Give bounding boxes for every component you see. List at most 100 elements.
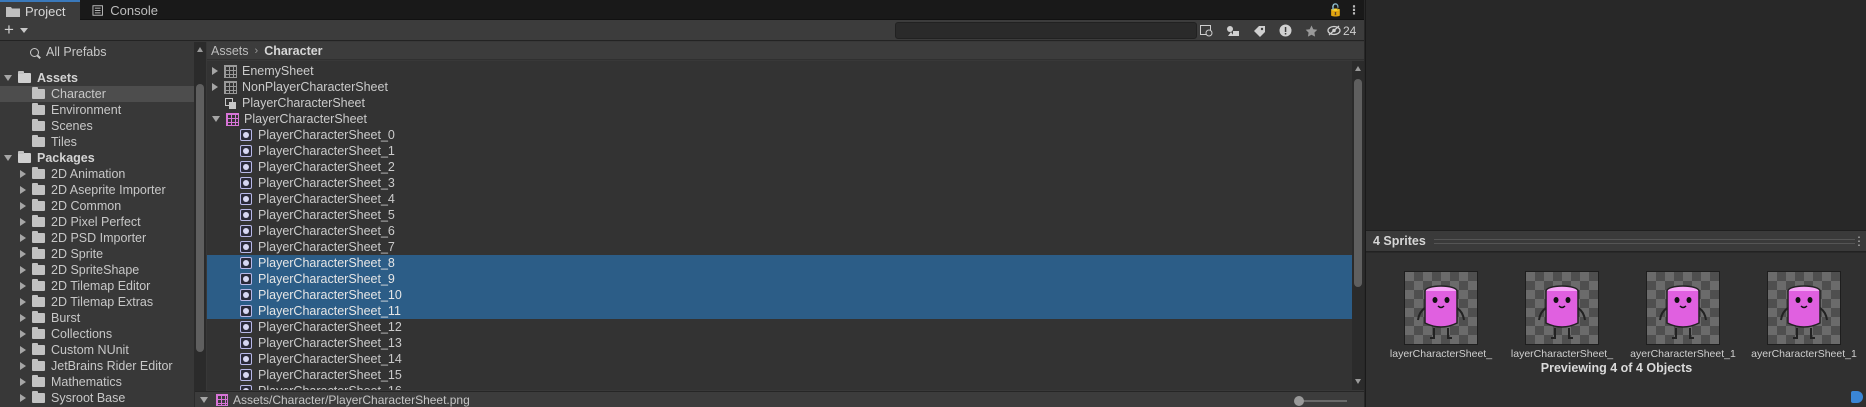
lock-icon[interactable]: 🔓 xyxy=(1328,3,1343,17)
filter-by-type-icon[interactable] xyxy=(1222,22,1244,39)
expand-arrow-icon[interactable] xyxy=(20,282,26,290)
tree-item-package[interactable]: Burst xyxy=(0,310,194,326)
sprite-list-item[interactable]: PlayerCharacterSheet_12 xyxy=(207,319,1352,335)
expand-arrow-icon[interactable] xyxy=(20,330,26,338)
sprite-thumbnail[interactable] xyxy=(1404,271,1478,345)
add-button[interactable]: + xyxy=(4,21,14,39)
sprite-thumbnail[interactable] xyxy=(1767,271,1841,345)
more-menu-icon[interactable]: ⋮ xyxy=(1853,234,1865,248)
zoom-slider-track[interactable] xyxy=(1297,400,1347,402)
folder-icon xyxy=(32,263,45,275)
resize-grip[interactable] xyxy=(1434,239,1855,244)
scroll-up-arrow-icon[interactable] xyxy=(197,47,203,52)
sprite-list-item[interactable]: PlayerCharacterSheet_9 xyxy=(207,271,1352,287)
sprite-list-item[interactable]: PlayerCharacterSheet_15 xyxy=(207,367,1352,383)
tree-item-package[interactable]: 2D Pixel Perfect xyxy=(0,214,194,230)
tree-item-package[interactable]: 2D Animation xyxy=(0,166,194,182)
sprite-list-item[interactable]: PlayerCharacterSheet_13 xyxy=(207,335,1352,351)
filter-by-label-icon[interactable] xyxy=(1248,22,1270,39)
expand-arrow-icon[interactable] xyxy=(4,155,12,161)
tree-item-package[interactable]: Sysroot Base xyxy=(0,390,194,406)
tree-item-assets[interactable]: Assets xyxy=(0,70,194,86)
sprite-list-item[interactable]: PlayerCharacterSheet_0 xyxy=(207,127,1352,143)
expand-arrow-icon[interactable] xyxy=(20,250,26,258)
tag-icon[interactable] xyxy=(1851,391,1863,403)
tree-item-package[interactable]: 2D Tilemap Extras xyxy=(0,294,194,310)
tree-item-scenes[interactable]: Scenes xyxy=(0,118,194,134)
tree-item-environment[interactable]: Environment xyxy=(0,102,194,118)
chevron-down-icon[interactable] xyxy=(200,396,208,403)
breadcrumb-assets[interactable]: Assets xyxy=(211,44,249,58)
sprite-list-item[interactable]: PlayerCharacterSheet_4 xyxy=(207,191,1352,207)
expand-arrow-icon[interactable] xyxy=(20,314,26,322)
tree-item-package[interactable]: 2D Common xyxy=(0,198,194,214)
more-menu-icon[interactable]: ⋮ xyxy=(1348,3,1360,17)
expand-arrow-icon[interactable] xyxy=(20,298,26,306)
tree-item-packages[interactable]: Packages xyxy=(0,150,194,166)
expand-arrow-icon[interactable] xyxy=(212,83,218,91)
tree-item-character[interactable]: Character xyxy=(0,86,194,102)
tree-item-package[interactable]: JetBrains Rider Editor xyxy=(0,358,194,374)
scrollbar-thumb[interactable] xyxy=(196,84,204,352)
tree-item-package[interactable]: 2D Aseprite Importer xyxy=(0,182,194,198)
favorites-star-icon[interactable] xyxy=(1300,22,1322,39)
scroll-up-arrow-icon[interactable] xyxy=(1355,66,1361,71)
hidden-packages-eye-icon[interactable] xyxy=(1327,25,1341,36)
search-input[interactable] xyxy=(895,22,1197,39)
expand-arrow-icon[interactable] xyxy=(20,394,26,402)
tree-item-package[interactable]: 2D PSD Importer xyxy=(0,230,194,246)
expand-arrow-icon[interactable] xyxy=(4,75,12,81)
sprite-list-item[interactable]: PlayerCharacterSheet_8 xyxy=(207,255,1352,271)
sprite-list-item[interactable]: PlayerCharacterSheet_14 xyxy=(207,351,1352,367)
tree-item-package[interactable]: 2D SpriteShape xyxy=(0,262,194,278)
tree-item-tiles[interactable]: Tiles xyxy=(0,134,194,150)
tree-scrollbar[interactable] xyxy=(194,42,206,407)
sprite-list-item[interactable]: PlayerCharacterSheet_2 xyxy=(207,159,1352,175)
sprite-thumbnail[interactable] xyxy=(1525,271,1599,345)
tree-item-all-prefabs[interactable]: All Prefabs xyxy=(0,44,194,60)
tree-item-package[interactable]: 2D Tilemap Editor xyxy=(0,278,194,294)
sprite-list-item[interactable]: PlayerCharacterSheet_16 xyxy=(207,383,1352,390)
asset-list-item[interactable]: NonPlayerCharacterSheet xyxy=(207,79,1352,95)
asset-list-scrollbar[interactable] xyxy=(1352,61,1364,390)
expand-arrow-icon[interactable] xyxy=(20,346,26,354)
tree-item-package[interactable]: 2D Sprite xyxy=(0,246,194,262)
expand-arrow-icon[interactable] xyxy=(20,202,26,210)
expand-arrow-icon[interactable] xyxy=(20,362,26,370)
sprite-list-item[interactable]: PlayerCharacterSheet_1 xyxy=(207,143,1352,159)
expand-arrow-icon[interactable] xyxy=(212,67,218,75)
expand-arrow-icon[interactable] xyxy=(20,186,26,194)
scroll-down-arrow-icon[interactable] xyxy=(1355,379,1361,384)
warning-icon[interactable] xyxy=(1274,22,1296,39)
expand-arrow-icon[interactable] xyxy=(20,218,26,226)
sprite-list-item[interactable]: PlayerCharacterSheet_6 xyxy=(207,223,1352,239)
tree-item-package[interactable]: Mathematics xyxy=(0,374,194,390)
asset-label: PlayerCharacterSheet_11 xyxy=(258,304,401,318)
expand-arrow-icon[interactable] xyxy=(20,234,26,242)
tree-item-package[interactable]: Collections xyxy=(0,326,194,342)
sprite-thumbnail[interactable] xyxy=(1646,271,1720,345)
asset-list-item[interactable]: PlayerCharacterSheet xyxy=(207,95,1352,111)
tree-item-package[interactable]: Custom NUnit xyxy=(0,342,194,358)
sprite-list-item[interactable]: PlayerCharacterSheet_7 xyxy=(207,239,1352,255)
sprite-list-item[interactable]: PlayerCharacterSheet_5 xyxy=(207,207,1352,223)
collapse-arrow-icon[interactable] xyxy=(212,116,220,122)
chevron-down-icon[interactable] xyxy=(20,28,28,33)
sprite-sheet-icon xyxy=(226,112,239,126)
zoom-slider-handle[interactable] xyxy=(1294,396,1304,406)
search-by-type-icon[interactable] xyxy=(1196,22,1218,39)
tab-console[interactable]: Console xyxy=(86,0,166,20)
preview-header[interactable]: 4 Sprites ⋮ xyxy=(1366,230,1866,252)
asset-list-item[interactable]: PlayerCharacterSheet xyxy=(207,111,1352,127)
expand-arrow-icon[interactable] xyxy=(20,378,26,386)
expand-arrow-icon[interactable] xyxy=(20,266,26,274)
sprite-list-item[interactable]: PlayerCharacterSheet_10 xyxy=(207,287,1352,303)
expand-arrow-icon[interactable] xyxy=(20,170,26,178)
tab-project[interactable]: Project xyxy=(0,0,80,20)
sprite-list-item[interactable]: PlayerCharacterSheet_3 xyxy=(207,175,1352,191)
breadcrumb-character[interactable]: Character xyxy=(264,44,322,58)
scrollbar-thumb[interactable] xyxy=(1354,79,1362,287)
sprite-list-item[interactable]: PlayerCharacterSheet_11 xyxy=(207,303,1352,319)
folder-tree: All Prefabs Assets Character Environment… xyxy=(0,42,194,407)
asset-list-item[interactable]: EnemySheet xyxy=(207,63,1352,79)
